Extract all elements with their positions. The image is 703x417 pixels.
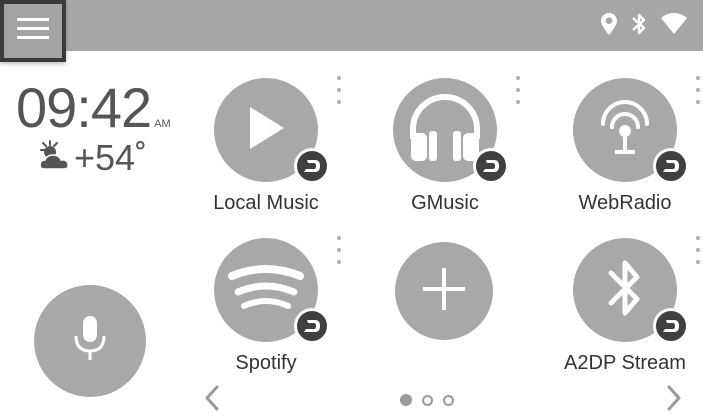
partly-cloudy-icon bbox=[38, 139, 72, 178]
add-app-button[interactable] bbox=[395, 242, 493, 340]
microphone-icon bbox=[70, 314, 110, 369]
chevron-left-icon bbox=[204, 385, 220, 415]
radio-antenna-icon bbox=[595, 98, 655, 163]
play-icon bbox=[246, 105, 286, 156]
add-icon bbox=[421, 266, 467, 317]
player-badge-icon bbox=[653, 148, 689, 184]
chevron-right-icon bbox=[666, 385, 682, 415]
app-tile-gmusic[interactable]: GMusic bbox=[363, 76, 523, 228]
clock-time: 09:42 bbox=[16, 76, 152, 139]
app-options-menu[interactable] bbox=[336, 236, 342, 264]
app-label: WebRadio bbox=[578, 192, 672, 214]
app-options-menu[interactable] bbox=[695, 76, 701, 104]
app-label: Local Music bbox=[213, 192, 319, 214]
next-page-button[interactable] bbox=[666, 385, 682, 416]
player-badge-icon bbox=[653, 308, 689, 344]
app-label: GMusic bbox=[411, 192, 479, 214]
temperature: +54˚ bbox=[74, 137, 148, 178]
location-pin-icon bbox=[601, 13, 617, 40]
app-tile-a2dp-stream[interactable]: A2DP Stream bbox=[543, 236, 703, 388]
page-dot[interactable] bbox=[422, 394, 433, 406]
clock-widget[interactable]: 09:42 AM bbox=[16, 80, 171, 136]
app-options-menu[interactable] bbox=[695, 236, 701, 264]
hamburger-menu-icon bbox=[17, 17, 49, 46]
app-tile-webradio[interactable]: WebRadio bbox=[543, 76, 703, 228]
app-options-menu[interactable] bbox=[515, 76, 521, 104]
menu-button[interactable] bbox=[0, 0, 66, 62]
clock-ampm: AM bbox=[154, 118, 171, 130]
app-tile-spotify[interactable]: Spotify bbox=[184, 236, 344, 388]
page-dot[interactable] bbox=[443, 394, 454, 406]
wifi-icon bbox=[661, 12, 687, 40]
spotify-icon bbox=[228, 258, 304, 323]
bluetooth-icon bbox=[605, 255, 645, 326]
status-icons bbox=[601, 12, 687, 41]
previous-page-button[interactable] bbox=[204, 385, 220, 416]
player-badge-icon bbox=[473, 148, 509, 184]
voice-search-button[interactable] bbox=[34, 285, 146, 397]
headphones-icon bbox=[407, 93, 483, 168]
app-label: A2DP Stream bbox=[564, 352, 686, 374]
status-bar bbox=[0, 0, 703, 51]
page-dot-active[interactable] bbox=[400, 394, 412, 406]
weather-widget[interactable]: +54˚ bbox=[38, 138, 147, 178]
page-indicator bbox=[400, 394, 454, 406]
player-badge-icon bbox=[294, 148, 330, 184]
app-label: Spotify bbox=[235, 352, 297, 374]
player-badge-icon bbox=[294, 308, 330, 344]
app-options-menu[interactable] bbox=[336, 76, 342, 104]
app-tile-local-music[interactable]: Local Music bbox=[184, 76, 344, 228]
bluetooth-icon bbox=[631, 12, 647, 41]
